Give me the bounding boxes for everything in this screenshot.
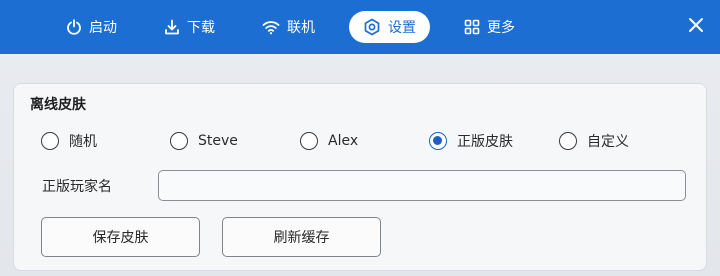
nav-online-label: 联机	[287, 20, 315, 36]
download-icon	[164, 19, 180, 35]
radio-official-skin[interactable]: 正版皮肤	[429, 130, 513, 152]
radio-indicator	[300, 132, 318, 150]
close-button[interactable]	[682, 13, 710, 41]
radio-steve-label: Steve	[198, 133, 238, 149]
section-title: 离线皮肤	[30, 97, 86, 113]
nav-settings-label: 设置	[388, 20, 416, 36]
radio-steve[interactable]: Steve	[170, 130, 238, 152]
radio-official-skin-label: 正版皮肤	[457, 134, 513, 150]
refresh-cache-button[interactable]: 刷新缓存	[222, 217, 381, 257]
radio-alex[interactable]: Alex	[300, 130, 358, 152]
radio-indicator	[41, 132, 59, 150]
radio-custom-label: 自定义	[587, 134, 629, 150]
save-skin-button[interactable]: 保存皮肤	[41, 217, 200, 257]
nav-more[interactable]: 更多	[464, 11, 515, 43]
player-name-label: 正版玩家名	[42, 179, 112, 195]
wifi-icon	[262, 19, 280, 35]
close-icon	[688, 17, 704, 37]
gear-icon	[363, 18, 381, 36]
top-navigation-bar: 启动 下载 联机 设置 更多	[0, 0, 720, 54]
nav-launch-label: 启动	[89, 20, 117, 36]
nav-download-label: 下载	[187, 20, 215, 36]
nav-more-label: 更多	[487, 20, 515, 36]
radio-random[interactable]: 随机	[41, 130, 97, 152]
radio-indicator	[559, 132, 577, 150]
radio-alex-label: Alex	[328, 133, 359, 149]
radio-indicator	[170, 132, 188, 150]
nav-download[interactable]: 下载	[164, 11, 215, 43]
radio-random-label: 随机	[69, 134, 97, 150]
nav-launch[interactable]: 启动	[66, 11, 117, 43]
player-name-input[interactable]	[158, 170, 686, 201]
power-icon	[66, 19, 82, 35]
nav-online[interactable]: 联机	[262, 11, 315, 43]
radio-indicator-checked	[429, 132, 447, 150]
radio-custom[interactable]: 自定义	[559, 130, 629, 152]
nav-settings[interactable]: 设置	[349, 11, 430, 43]
grid-icon	[464, 19, 480, 35]
